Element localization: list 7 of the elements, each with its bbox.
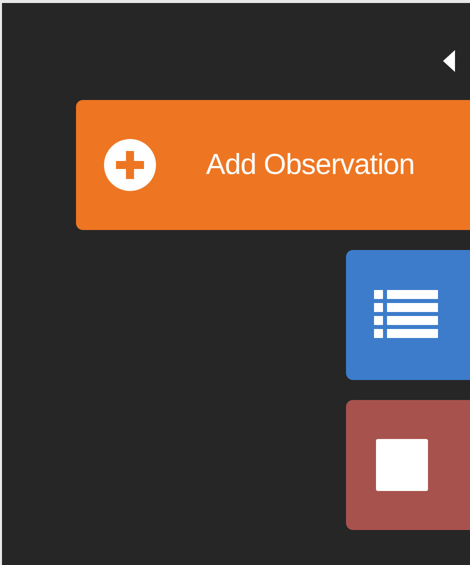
list-button[interactable]	[346, 250, 470, 380]
add-observation-button[interactable]: Add Observation	[76, 100, 470, 230]
list-icon	[374, 290, 438, 340]
stop-button[interactable]	[346, 400, 470, 530]
plus-circle-icon	[104, 139, 156, 191]
collapse-caret-icon[interactable]	[443, 50, 455, 72]
stop-icon	[376, 439, 428, 491]
